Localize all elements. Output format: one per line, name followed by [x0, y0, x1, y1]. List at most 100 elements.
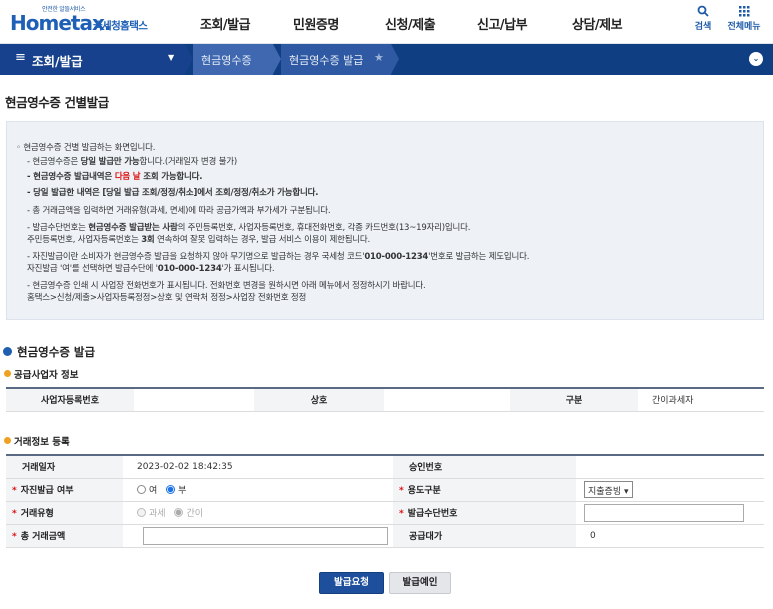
- name-value: [384, 388, 510, 412]
- trade-type-tax-radio[interactable]: [137, 508, 146, 517]
- approval-value: [576, 455, 764, 479]
- table-row: 사업자등록번호 상호 구분 간이과세자: [6, 388, 764, 412]
- info-line: 자진발급 '여'를 선택하면 발급수단에 '010-000-1234'가 표시됩…: [27, 264, 275, 274]
- breadcrumb-menu-label: 조회/발급: [32, 54, 83, 69]
- trade-type-label-cell: * 거래유형: [6, 501, 123, 525]
- info-line: - 현금영수증 인쇄 시 사업장 전화번호가 표시됩니다. 전화번호 변경을 원…: [27, 281, 426, 291]
- usage-label-cell: * 용도구분: [393, 478, 576, 502]
- info-line: 주민등록번호, 사업자등록번호는 3회 연속하여 잘못 입력하는 경우, 발급 …: [27, 235, 371, 245]
- self-issue-cell: 여 부: [123, 478, 393, 502]
- trade-type-simple-radio[interactable]: [174, 508, 184, 517]
- breadcrumb-bar: ≡ 조회/발급 ▼ 현금영수증 현금영수증 발급 ★ ⌄: [0, 44, 773, 75]
- type-label: 구분: [510, 388, 638, 412]
- chevron-divider: [391, 44, 399, 74]
- means-label: 발급수단번호: [407, 509, 458, 519]
- breadcrumb-item-issue[interactable]: 현금영수증 발급 ★: [281, 44, 391, 75]
- required-icon: *: [12, 509, 17, 519]
- info-line: ◦ 현금영수증 건별 발급하는 화면입니다.: [16, 143, 156, 153]
- brn-value: [134, 388, 254, 412]
- all-menu-button[interactable]: 전체메뉴: [724, 5, 764, 32]
- page-title: 현금영수증 건별발급: [5, 95, 109, 110]
- radio-label: 과세: [149, 509, 166, 519]
- means-cell: [576, 501, 764, 525]
- name-label: 상호: [254, 388, 384, 412]
- breadcrumb-label: 현금영수증: [201, 54, 252, 67]
- search-button[interactable]: 검색: [683, 5, 723, 32]
- star-icon[interactable]: ★: [374, 51, 384, 64]
- self-issue-yes-radio[interactable]: [137, 485, 146, 494]
- required-icon: *: [12, 532, 17, 542]
- usage-select[interactable]: 지출증빙 ▾: [584, 481, 633, 498]
- info-box: ◦ 현금영수증 건별 발급하는 화면입니다. - 현금영수증은 당일 발급만 가…: [6, 121, 764, 320]
- means-number-input[interactable]: [584, 503, 744, 522]
- info-line: - 현금영수증은 당일 발급만 가능합니다.(거래일자 변경 불가): [27, 157, 238, 167]
- table-row: * 거래유형 과세 간이 * 발급수단번호: [6, 501, 764, 525]
- table-row: * 자진발급 여부 여 부 * 용도구분 지출증빙 ▾: [6, 478, 764, 502]
- search-label: 검색: [694, 22, 712, 32]
- supplier-title: 공급사업자 정보: [14, 370, 79, 381]
- breadcrumb-menu-select[interactable]: ≡ 조회/발급 ▼: [0, 44, 185, 75]
- all-menu-label: 전체메뉴: [727, 22, 761, 32]
- radio-label: 부: [178, 486, 187, 496]
- section-bullet-icon: [3, 347, 12, 356]
- subsection-bullet-icon: [4, 437, 11, 444]
- usage-cell: 지출증빙 ▾: [576, 478, 764, 502]
- table-row: 거래일자 2023-02-02 18:42:35 승인번호: [6, 455, 764, 479]
- supply-value: 0: [576, 524, 764, 548]
- subsection-bullet-icon: [4, 370, 11, 377]
- table-row: * 총 거래금액 공급대가 0: [6, 524, 764, 548]
- required-icon: *: [399, 509, 404, 519]
- date-value: 2023-02-02 18:42:35: [123, 455, 393, 479]
- chevron-divider: [185, 44, 193, 74]
- required-icon: *: [399, 486, 404, 496]
- total-label: 총 거래금액: [20, 532, 66, 542]
- supply-label: 공급대가: [393, 524, 576, 548]
- brn-label: 사업자등록번호: [6, 388, 134, 412]
- hamburger-icon: ≡: [15, 50, 26, 65]
- info-line: - 현금영수증 발급내역은 다음 날 조회 가능합니다.: [27, 172, 203, 182]
- trade-title: 거래정보 등록: [14, 437, 70, 448]
- gnb-item-report[interactable]: 신고/납부: [477, 14, 528, 33]
- caret-down-icon: ▼: [168, 53, 175, 62]
- chevron-down-icon: ▾: [624, 487, 629, 497]
- radio-label: 여: [149, 486, 158, 496]
- self-issue-label: 자진발급 여부: [20, 486, 74, 496]
- self-issue-no-radio[interactable]: [166, 485, 176, 494]
- total-cell: [123, 524, 393, 548]
- self-issue-label-cell: * 자진발급 여부: [6, 478, 123, 502]
- type-value: 간이과세자: [638, 388, 764, 412]
- info-line: 홈택스>신청/제출>사업자등록정정>상호 및 연락처 정정>사업장 전화번호 정…: [27, 293, 307, 303]
- info-line: - 발급수단번호는 현금영수증 발급받는 사람의 주민등록번호, 사업자등록번호…: [27, 223, 471, 233]
- required-icon: *: [12, 486, 17, 496]
- info-line: - 당일 발급한 내역은 [당일 발급 조회/정정/취소]에서 조회/정정/취소…: [27, 188, 319, 198]
- top-header: 안전한 알뜰서비스 Hometax. 국세청홈택스 조회/발급 민원증명 신청/…: [0, 0, 773, 44]
- search-icon: [683, 5, 723, 19]
- approval-label: 승인번호: [393, 455, 576, 479]
- breadcrumb-label: 현금영수증 발급: [289, 54, 364, 67]
- gnb-item-apply[interactable]: 신청/제출: [385, 14, 436, 33]
- gnb-item-inquiry[interactable]: 조회/발급: [200, 14, 251, 33]
- trade-table: 거래일자 2023-02-02 18:42:35 승인번호 * 자진발급 여부 여…: [6, 454, 764, 548]
- gnb-item-certificate[interactable]: 민원증명: [293, 14, 339, 33]
- info-line: - 자진발급이란 소비자가 현금영수증 발급을 요청하지 않아 무기명으로 발급…: [27, 252, 530, 262]
- issue-request-button[interactable]: 발급요청: [319, 572, 384, 594]
- radio-label: 간이: [186, 509, 203, 519]
- section-title: 현금영수증 발급: [17, 345, 96, 359]
- breadcrumb-item-receipt[interactable]: 현금영수증: [193, 44, 273, 75]
- total-label-cell: * 총 거래금액: [6, 524, 123, 548]
- usage-label: 용도구분: [407, 486, 441, 496]
- date-label: 거래일자: [6, 455, 123, 479]
- trade-type-cell: 과세 간이: [123, 501, 393, 525]
- info-line: - 총 거래금액을 입력하면 거래유형(과세, 면세)에 따라 공급가액과 부가…: [27, 206, 331, 216]
- total-amount-input[interactable]: [143, 526, 388, 545]
- hometax-logo[interactable]: 안전한 알뜰서비스 Hometax. 국세청홈택스: [10, 4, 155, 40]
- issue-guide-button[interactable]: 발급예인: [389, 572, 451, 594]
- gnb-item-consult[interactable]: 상담/제보: [572, 14, 623, 33]
- trade-type-label: 거래유형: [20, 509, 54, 519]
- chevron-divider: [273, 44, 281, 74]
- supplier-table: 사업자등록번호 상호 구분 간이과세자: [6, 387, 764, 412]
- means-label-cell: * 발급수단번호: [393, 501, 576, 525]
- logo-korean: 국세청홈택스: [93, 20, 148, 32]
- grid-menu-icon: [724, 5, 764, 19]
- chevron-down-icon[interactable]: ⌄: [749, 52, 763, 66]
